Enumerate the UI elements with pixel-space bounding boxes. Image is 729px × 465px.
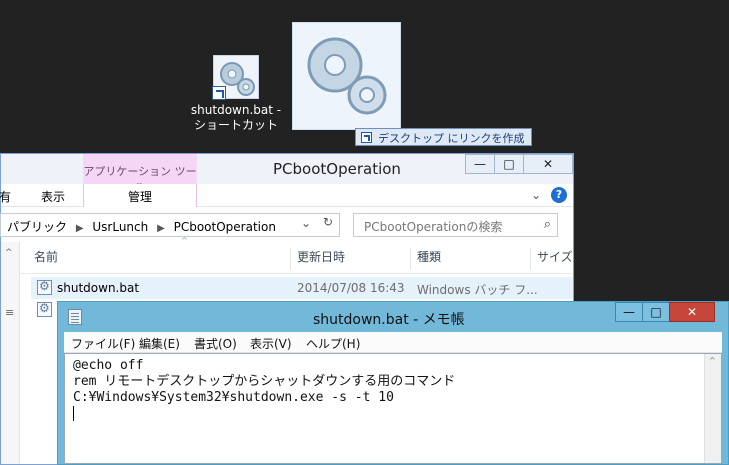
batch-file-icon	[37, 301, 52, 317]
create-link-tooltip: デスクトップ にリンクを作成	[355, 128, 532, 146]
explorer-title: PCbootOperation	[273, 160, 401, 178]
notepad-title: shutdown.bat - メモ帳	[313, 312, 465, 328]
drag-preview-gears-icon	[292, 22, 401, 130]
context-tab-application-tools: アプリケーション ツール	[83, 154, 197, 194]
text-line: @echo off	[73, 358, 144, 373]
menu-edit[interactable]: 編集(E)	[139, 335, 180, 352]
menu-file[interactable]: ファイル(F)	[71, 335, 135, 352]
text-line: C:¥Windows¥System32¥shutdown.exe -s -t 1…	[73, 390, 394, 405]
explorer-titlebar[interactable]: アプリケーション ツール PCbootOperation — □ ✕	[1, 154, 573, 194]
sort-ascending-icon: ^	[181, 236, 188, 245]
address-bar-row: パブリック ▶ UsrLunch ▶ PCbootOperation ⌄ ↻ P…	[0, 207, 573, 241]
search-input[interactable]: PCbootOperationの検索 ⌕	[353, 213, 558, 237]
maximize-button[interactable]: □	[494, 154, 524, 174]
refresh-icon[interactable]: ↻	[323, 215, 333, 229]
column-header-date[interactable]: 更新日時	[291, 248, 411, 270]
tooltip-text: デスクトップ にリンクを作成	[378, 132, 525, 145]
menu-format[interactable]: 書式(O)	[194, 335, 237, 352]
menu-view[interactable]: 表示(V)	[250, 335, 292, 352]
minimize-button[interactable]: —	[465, 154, 495, 174]
file-row[interactable]: shutdown.bat 2014/07/08 16:43 Windows バッ…	[31, 277, 573, 299]
shortcut-label-line2: ショートカット	[193, 118, 278, 132]
close-button[interactable]: ✕	[523, 154, 573, 174]
column-header-type[interactable]: 種類	[411, 248, 531, 270]
maximize-button[interactable]: □	[642, 302, 670, 322]
column-header-size[interactable]: サイズ	[531, 248, 576, 270]
help-icon[interactable]: ?	[551, 187, 567, 203]
breadcrumb-separator-icon[interactable]: ▶	[76, 223, 84, 234]
notepad-titlebar[interactable]: shutdown.bat - メモ帳 — □ ✕	[58, 302, 728, 332]
ribbon-tab-share[interactable]: 有	[0, 188, 11, 205]
column-header-row: ^ 名前 更新日時 種類 サイズ	[20, 236, 576, 274]
file-type: Windows バッチ フ...	[417, 283, 538, 297]
column-header-name[interactable]: 名前	[28, 248, 291, 270]
file-date: 2014/07/08 16:43	[297, 281, 405, 295]
ribbon-tabs: 有 表示 管理 ⌄ ?	[0, 184, 573, 207]
search-placeholder: PCbootOperationの検索	[364, 220, 503, 234]
text-line: rem リモートデスクトップからシャットダウンする用のコマンド	[73, 374, 456, 389]
breadcrumb-separator-icon[interactable]: ▶	[157, 223, 165, 234]
search-icon[interactable]: ⌕	[544, 217, 551, 232]
gears-icon	[212, 55, 259, 100]
shortcut-arrow-icon	[212, 86, 226, 100]
vertical-scrollbar[interactable]: ^	[704, 354, 721, 463]
minimize-button[interactable]: —	[615, 302, 643, 322]
breadcrumb-item[interactable]: パブリック	[7, 220, 67, 234]
notepad-text-area[interactable]: @echo off rem リモートデスクトップからシャットダウンする用のコマンド…	[64, 353, 722, 464]
address-dropdown-icon[interactable]: ⌄	[301, 216, 311, 230]
scroll-up-icon[interactable]: ^	[5, 248, 13, 258]
grip-icon[interactable]: ≡	[5, 306, 14, 319]
ribbon-tab-manage[interactable]: 管理	[83, 184, 197, 207]
file-name: shutdown.bat	[57, 281, 140, 295]
desktop-shortcut-icon[interactable]: shutdown.bat - ショートカット	[186, 55, 286, 133]
scroll-up-icon[interactable]: ^	[709, 356, 716, 365]
notepad-window: shutdown.bat - メモ帳 — □ ✕ ファイル(F) 編集(E) 書…	[57, 301, 729, 465]
breadcrumb-item[interactable]: PCbootOperation	[174, 220, 276, 234]
ribbon-tab-view[interactable]: 表示	[41, 188, 65, 205]
menu-help[interactable]: ヘルプ(H)	[306, 335, 360, 352]
address-bar[interactable]: パブリック ▶ UsrLunch ▶ PCbootOperation	[0, 213, 340, 237]
notepad-window-buttons: — □ ✕	[615, 302, 715, 322]
breadcrumb-item[interactable]: UsrLunch	[92, 220, 148, 234]
notepad-menubar: ファイル(F) 編集(E) 書式(O) 表示(V) ヘルプ(H)	[64, 332, 722, 353]
navigation-pane[interactable]: ^ ≡	[1, 242, 20, 464]
notepad-icon[interactable]	[68, 309, 82, 325]
shortcut-label-line1: shutdown.bat -	[190, 103, 282, 117]
shortcut-arrow-icon	[361, 132, 372, 143]
expand-ribbon-icon[interactable]: ⌄	[531, 188, 541, 202]
notepad-content: @echo off rem リモートデスクトップからシャットダウンする用のコマンド…	[73, 358, 455, 422]
close-button[interactable]: ✕	[669, 302, 715, 322]
text-caret	[73, 406, 74, 421]
explorer-window-buttons: — □ ✕	[465, 154, 573, 174]
batch-file-icon	[37, 279, 52, 295]
